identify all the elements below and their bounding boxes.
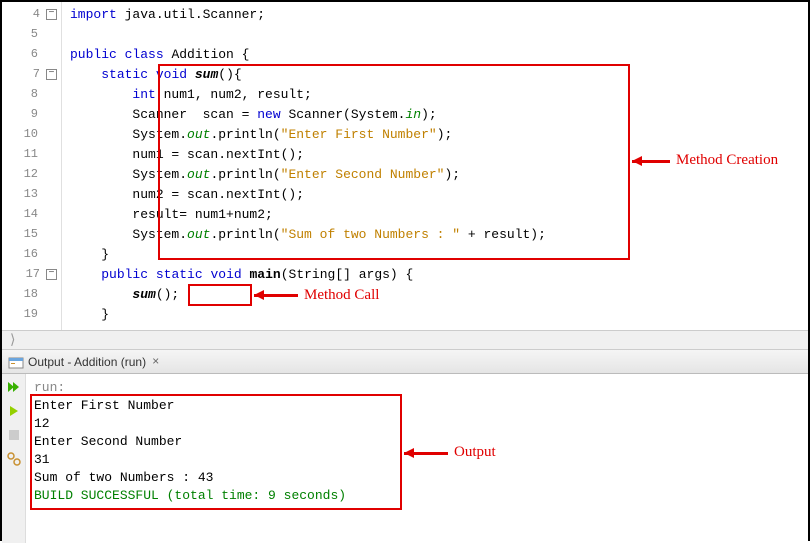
- gutter-row: 8: [2, 84, 61, 104]
- fold-toggle-icon[interactable]: −: [46, 69, 57, 80]
- code-line[interactable]: num2 = scan.nextInt();: [70, 184, 808, 204]
- output-panel: Output - Addition (run) × Output run:Ent…: [2, 350, 808, 543]
- line-number: 6: [12, 47, 38, 61]
- method-call-label: Method Call: [304, 287, 379, 304]
- line-number: 9: [12, 107, 38, 121]
- gutter-row: 14: [2, 204, 61, 224]
- stop-button[interactable]: [5, 426, 23, 444]
- fold-toggle-icon[interactable]: −: [46, 269, 57, 280]
- line-number: 5: [12, 27, 38, 41]
- code-line[interactable]: static void sum(){: [70, 64, 808, 84]
- line-number: 8: [12, 87, 38, 101]
- code-line[interactable]: public class Addition {: [70, 44, 808, 64]
- arrow-head-icon: [632, 156, 642, 166]
- code-content[interactable]: Method Creation Method Call import java.…: [62, 2, 808, 330]
- fold-toggle-icon[interactable]: −: [46, 9, 57, 20]
- output-content[interactable]: Output run:Enter First Number12Enter Sec…: [26, 374, 808, 543]
- line-number: 19: [12, 307, 38, 321]
- run-button[interactable]: [5, 402, 23, 420]
- method-creation-label: Method Creation: [676, 152, 778, 169]
- line-number: 18: [12, 287, 38, 301]
- gutter-row: 19: [2, 304, 61, 324]
- gutter-row: 10: [2, 124, 61, 144]
- panel-divider[interactable]: ⟩: [2, 330, 808, 350]
- output-label: Output: [454, 444, 496, 461]
- gutter-row: 16: [2, 244, 61, 264]
- gutter-row: 6: [2, 44, 61, 64]
- line-number: 16: [12, 247, 38, 261]
- output-line: BUILD SUCCESSFUL (total time: 9 seconds): [34, 486, 800, 504]
- arrow-head-icon: [404, 448, 414, 458]
- output-tab-bar: Output - Addition (run) ×: [2, 350, 808, 374]
- rerun-button[interactable]: [5, 378, 23, 396]
- gutter-row: 4−: [2, 4, 61, 24]
- output-line: run:: [34, 378, 800, 396]
- chevron-icon: ⟩: [10, 332, 15, 349]
- gutter-row: 9: [2, 104, 61, 124]
- output-line: Enter Second Number: [34, 432, 800, 450]
- code-line[interactable]: sum();: [70, 284, 808, 304]
- gutter-row: 5: [2, 24, 61, 44]
- code-line[interactable]: public static void main(String[] args) {: [70, 264, 808, 284]
- gutter-row: 17−: [2, 264, 61, 284]
- code-line[interactable]: Scanner scan = new Scanner(System.in);: [70, 104, 808, 124]
- gutter-row: 18: [2, 284, 61, 304]
- line-number: 17: [14, 267, 40, 281]
- gutter-row: 12: [2, 164, 61, 184]
- code-line[interactable]: }: [70, 304, 808, 324]
- line-number: 13: [12, 187, 38, 201]
- gutter: 4−567−891011121314151617−1819: [2, 2, 62, 330]
- output-tab-label[interactable]: Output - Addition (run): [28, 355, 146, 369]
- output-line: Enter First Number: [34, 396, 800, 414]
- line-number: 15: [12, 227, 38, 241]
- gutter-row: 11: [2, 144, 61, 164]
- line-number: 10: [12, 127, 38, 141]
- gutter-row: 13: [2, 184, 61, 204]
- code-line[interactable]: import java.util.Scanner;: [70, 4, 808, 24]
- line-number: 12: [12, 167, 38, 181]
- code-line[interactable]: }: [70, 244, 808, 264]
- code-line[interactable]: System.out.println("Enter First Number")…: [70, 124, 808, 144]
- code-line[interactable]: result= num1+num2;: [70, 204, 808, 224]
- line-number: 14: [12, 207, 38, 221]
- gutter-row: 7−: [2, 64, 61, 84]
- code-line[interactable]: int num1, num2, result;: [70, 84, 808, 104]
- code-line[interactable]: [70, 24, 808, 44]
- close-icon[interactable]: ×: [152, 355, 159, 369]
- output-toolbar: [2, 374, 26, 543]
- output-icon: [8, 355, 24, 369]
- output-line: 12: [34, 414, 800, 432]
- code-editor[interactable]: 4−567−891011121314151617−1819 Method Cre…: [2, 2, 808, 330]
- line-number: 11: [12, 147, 38, 161]
- line-number: 7: [14, 67, 40, 81]
- output-line: Sum of two Numbers : 43: [34, 468, 800, 486]
- gutter-row: 15: [2, 224, 61, 244]
- arrow-head-icon: [254, 290, 264, 300]
- line-number: 4: [14, 7, 40, 21]
- settings-button[interactable]: [5, 450, 23, 468]
- code-line[interactable]: System.out.println("Sum of two Numbers :…: [70, 224, 808, 244]
